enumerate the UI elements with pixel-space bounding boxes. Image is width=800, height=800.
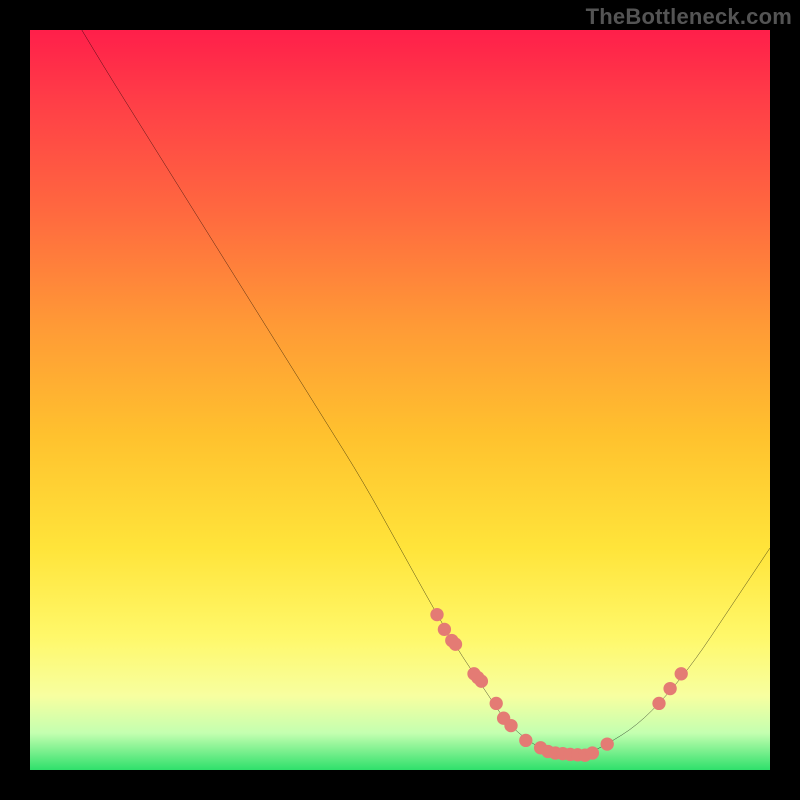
- highlight-point: [519, 734, 532, 747]
- highlight-point: [601, 737, 614, 750]
- highlight-point: [586, 746, 599, 759]
- watermark-label: TheBottleneck.com: [586, 4, 792, 30]
- highlight-point: [449, 638, 462, 651]
- highlight-point: [663, 682, 676, 695]
- highlight-point: [490, 697, 503, 710]
- highlight-point: [438, 623, 451, 636]
- chart-frame: TheBottleneck.com: [0, 0, 800, 800]
- plot-area: [30, 30, 770, 770]
- highlight-point: [652, 697, 665, 710]
- highlight-point: [675, 667, 688, 680]
- highlight-point: [475, 675, 488, 688]
- highlight-point: [430, 608, 443, 621]
- highlight-points: [30, 30, 770, 770]
- highlight-point: [504, 719, 517, 732]
